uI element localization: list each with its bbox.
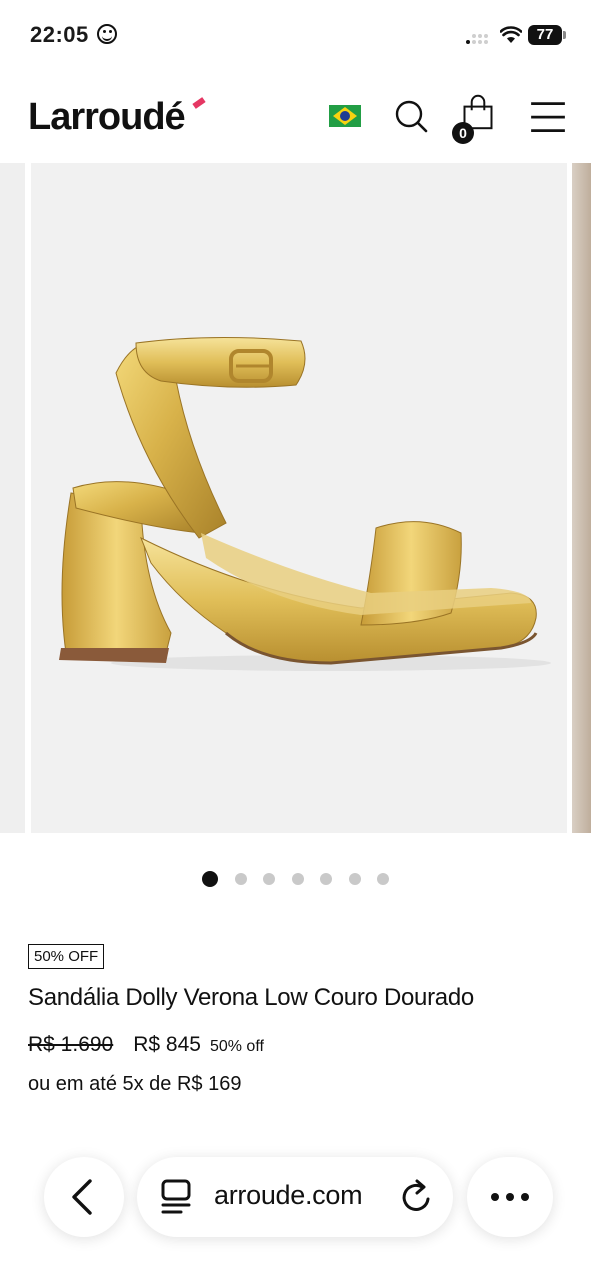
battery-indicator: 77 [528, 25, 566, 45]
back-button[interactable] [44, 1157, 124, 1237]
previous-slide-peek[interactable] [0, 163, 25, 833]
site-header: Larroudé 0 [0, 80, 591, 160]
product-image[interactable] [31, 163, 567, 833]
status-time: 22:05 [30, 22, 89, 47]
discount-label: 50% off [209, 1038, 264, 1055]
next-slide-peek[interactable] [572, 163, 591, 833]
more-options-button[interactable] [467, 1157, 553, 1237]
status-bar: 22:05 77 [0, 0, 591, 70]
installments-text: ou em até 5x de R$ 169 [28, 1073, 242, 1095]
signal-icon [466, 30, 492, 46]
carousel-dot[interactable] [234, 873, 247, 885]
address-bar[interactable]: arroude.com [137, 1157, 453, 1237]
original-price: R$ 1.690 [28, 1033, 114, 1056]
carousel-dot[interactable] [263, 873, 275, 885]
carousel-dot[interactable] [377, 873, 389, 885]
search-icon[interactable] [393, 98, 429, 134]
carousel-pagination [202, 870, 406, 888]
gold-sandal-image [59, 336, 551, 671]
price-row: R$ 1.690 R$ 845 50% off [28, 1033, 264, 1057]
menu-icon[interactable] [530, 98, 566, 134]
brand-logo[interactable]: Larroudé [28, 96, 186, 139]
brazil-flag-icon[interactable] [329, 105, 361, 127]
carousel-dot[interactable] [202, 871, 218, 887]
back-icon [72, 1179, 92, 1215]
carousel-dot[interactable] [291, 873, 304, 885]
url-text: arroude.com [214, 1180, 363, 1210]
reload-icon[interactable] [400, 1179, 434, 1215]
wifi-icon [500, 26, 522, 43]
carousel-dot[interactable] [320, 873, 332, 885]
cart-count-badge: 0 [452, 122, 474, 144]
more-icon [491, 1193, 529, 1201]
sale-price: R$ 845 [133, 1033, 201, 1056]
carousel-dot[interactable] [348, 873, 361, 885]
product-image-carousel[interactable] [0, 163, 591, 833]
logo-accent-mark [192, 97, 206, 109]
product-title: Sandália Dolly Verona Low Couro Dourado [28, 984, 474, 1011]
discount-badge: 50% OFF [28, 944, 105, 969]
browser-toolbar: arroude.com [0, 1145, 591, 1255]
smiley-icon [97, 24, 117, 44]
tabs-icon [161, 1179, 191, 1214]
